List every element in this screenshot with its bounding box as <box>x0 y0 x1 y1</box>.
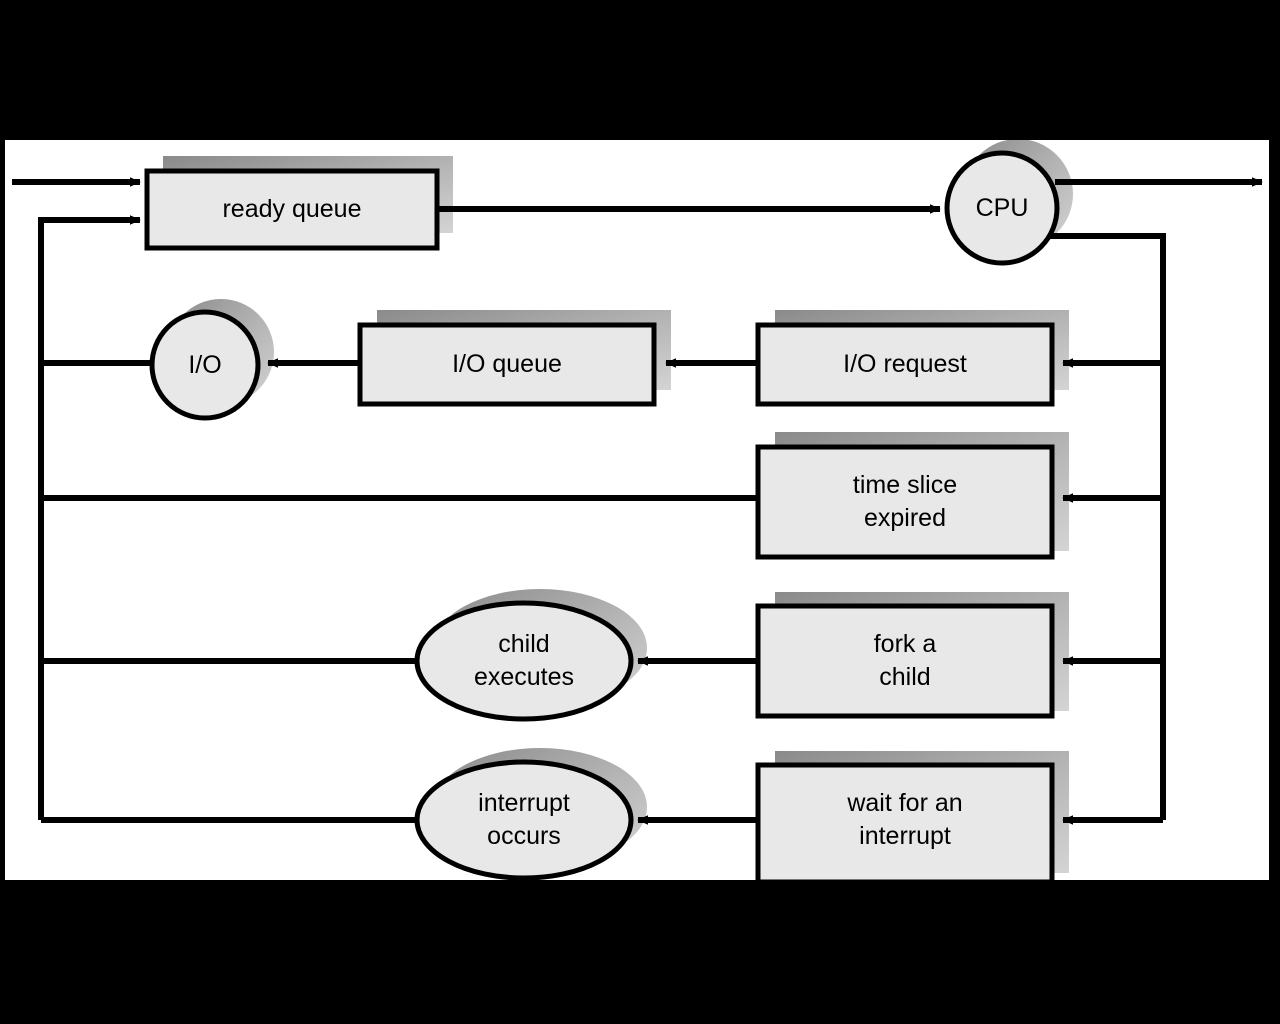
panel-right-border <box>1269 140 1275 880</box>
diagram-root: ready queue CPU I/O I/O queue I/O reques… <box>0 0 1280 1024</box>
diagram-panel <box>5 140 1275 880</box>
